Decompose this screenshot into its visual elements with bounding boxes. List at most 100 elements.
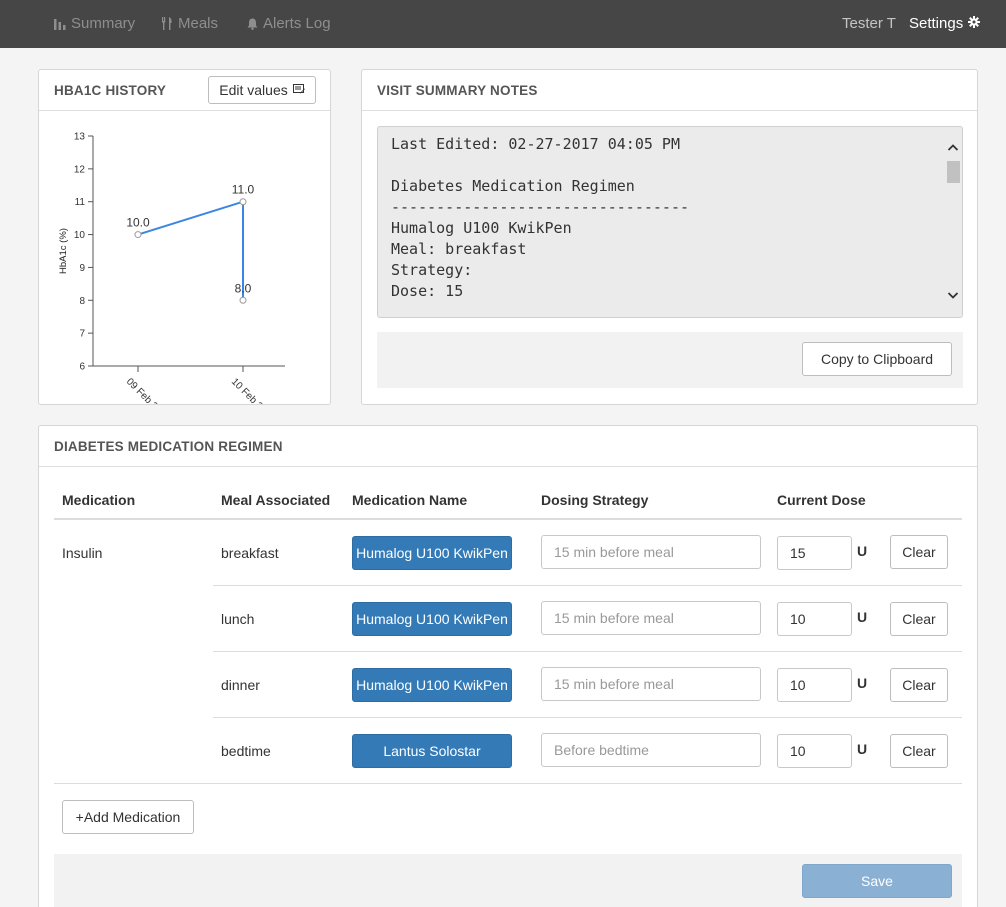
row-divider bbox=[213, 585, 962, 586]
visit-notes-textarea[interactable]: Last Edited: 02-27-2017 04:05 PM Diabete… bbox=[377, 126, 963, 318]
data-point bbox=[134, 231, 142, 239]
scroll-down-icon[interactable] bbox=[947, 289, 959, 301]
header-divider bbox=[54, 518, 962, 520]
data-label: 8.0 bbox=[235, 281, 252, 295]
medication-name-button[interactable]: Humalog U100 KwikPen bbox=[352, 536, 512, 570]
medication-name-label: Humalog U100 KwikPen bbox=[356, 677, 508, 693]
y-tick-label: 6 bbox=[79, 362, 85, 373]
clear-button[interactable]: Clear bbox=[890, 535, 948, 569]
notes-line: --------------------------------- bbox=[391, 198, 690, 216]
edit-values-label: Edit values bbox=[219, 82, 288, 98]
clear-button[interactable]: Clear bbox=[890, 668, 948, 702]
nav-summary-label: Summary bbox=[71, 15, 136, 32]
col-dosing-strategy: Dosing Strategy bbox=[541, 492, 649, 508]
medication-name-button[interactable]: Humalog U100 KwikPen bbox=[352, 602, 512, 636]
meal-cell: lunch bbox=[221, 611, 255, 627]
notes-line: Dose: 15 bbox=[391, 282, 464, 300]
nav-summary[interactable]: Summary bbox=[54, 15, 135, 32]
y-tick-label: 10 bbox=[74, 230, 86, 241]
regimen-panel: DIABETES MEDICATION REGIMEN Medication M… bbox=[38, 425, 978, 907]
dosing-strategy-placeholder: Before bedtime bbox=[554, 742, 649, 758]
y-tick-label: 13 bbox=[74, 132, 86, 143]
table-bottom-divider bbox=[54, 783, 962, 784]
bell-icon bbox=[247, 18, 258, 30]
regimen-header: DIABETES MEDICATION REGIMEN bbox=[39, 426, 977, 467]
dose-value: 10 bbox=[790, 743, 806, 759]
col-medication: Medication bbox=[62, 492, 136, 508]
top-nav: Summary Meals Alerts Log Tester T Settin… bbox=[0, 0, 1006, 48]
hba1c-panel: HBA1C HISTORY Edit values 6 7 8 9 10 11 12 13 09… bbox=[38, 69, 331, 405]
scroll-up-icon[interactable] bbox=[947, 142, 959, 154]
col-medication-name: Medication Name bbox=[352, 492, 468, 508]
notes-line: Strategy: bbox=[391, 261, 473, 279]
clear-label: Clear bbox=[902, 611, 936, 627]
settings-menu[interactable]: Settings bbox=[909, 15, 981, 32]
copy-area: Copy to Clipboard bbox=[377, 332, 963, 388]
dosing-strategy-input[interactable]: 15 min before meal bbox=[541, 667, 761, 701]
user-name-label: Tester T bbox=[842, 15, 896, 32]
regimen-title: DIABETES MEDICATION REGIMEN bbox=[54, 439, 283, 454]
clear-button[interactable]: Clear bbox=[890, 734, 948, 768]
visit-summary-header: VISIT SUMMARY NOTES bbox=[362, 70, 977, 111]
dosing-strategy-placeholder: 15 min before meal bbox=[554, 610, 674, 626]
y-tick-label: 8 bbox=[79, 296, 85, 307]
nav-meals-label: Meals bbox=[178, 15, 219, 32]
meal-cell: bedtime bbox=[221, 743, 271, 759]
user-name[interactable]: Tester T bbox=[842, 15, 896, 32]
meal-cell: dinner bbox=[221, 677, 260, 693]
meal-cell: breakfast bbox=[221, 545, 279, 561]
medication-name-label: Humalog U100 KwikPen bbox=[356, 545, 508, 561]
x-tick-label: 10 Feb 2017 bbox=[229, 376, 277, 404]
utensils-icon bbox=[161, 17, 173, 30]
save-button[interactable]: Save bbox=[802, 864, 952, 898]
notes-line: Last Edited: 02-27-2017 04:05 PM bbox=[391, 135, 680, 153]
hba1c-chart: 67891011121309 Feb 201710 Feb 2017DateHb… bbox=[58, 132, 285, 404]
y-axis-label: HbA1c (%) bbox=[58, 228, 69, 274]
dosing-strategy-placeholder: 15 min before meal bbox=[554, 676, 674, 692]
add-medication-button[interactable]: +Add Medication bbox=[62, 800, 194, 834]
dose-input[interactable]: 10 bbox=[777, 668, 852, 702]
nav-alerts-log[interactable]: Alerts Log bbox=[247, 15, 331, 32]
y-tick-label: 11 bbox=[75, 197, 86, 208]
hba1c-panel-header: HBA1C HISTORY Edit values bbox=[39, 70, 330, 111]
clear-label: Clear bbox=[902, 544, 936, 560]
scroll-thumb[interactable] bbox=[947, 161, 960, 183]
dosing-strategy-input[interactable]: Before bedtime bbox=[541, 733, 761, 767]
notes-line bbox=[391, 155, 689, 176]
row-divider bbox=[213, 717, 962, 718]
clear-button[interactable]: Clear bbox=[890, 602, 948, 636]
nav-meals[interactable]: Meals bbox=[161, 15, 218, 32]
add-medication-label: +Add Medication bbox=[75, 809, 181, 825]
dosing-strategy-placeholder: 15 min before meal bbox=[554, 544, 674, 560]
copy-to-clipboard-button[interactable]: Copy to Clipboard bbox=[802, 342, 952, 376]
notes-line: Diabetes Medication Regimen bbox=[391, 177, 635, 195]
notes-line: Meal: breakfast bbox=[391, 240, 527, 258]
edit-list-icon bbox=[292, 82, 305, 98]
data-label: 10.0 bbox=[126, 216, 150, 230]
dose-unit: U bbox=[857, 609, 868, 625]
medication-type: Insulin bbox=[62, 545, 103, 561]
medication-name-button[interactable]: Humalog U100 KwikPen bbox=[352, 668, 512, 702]
dose-value: 10 bbox=[790, 677, 806, 693]
data-label: 11.0 bbox=[232, 183, 255, 197]
dose-input[interactable]: 10 bbox=[777, 734, 852, 768]
save-label: Save bbox=[861, 873, 893, 889]
copy-label: Copy to Clipboard bbox=[820, 351, 934, 367]
edit-values-button[interactable]: Edit values bbox=[208, 76, 316, 104]
y-tick-label: 12 bbox=[74, 164, 86, 175]
nav-alerts-log-label: Alerts Log bbox=[263, 15, 331, 32]
medication-name-button[interactable]: Lantus Solostar bbox=[352, 734, 512, 768]
data-point bbox=[239, 198, 247, 206]
y-tick-label: 7 bbox=[79, 329, 85, 340]
dose-input[interactable]: 15 bbox=[777, 536, 852, 570]
regimen-footer: Save bbox=[54, 854, 962, 907]
dosing-strategy-input[interactable]: 15 min before meal bbox=[541, 535, 761, 569]
hba1c-title: HBA1C HISTORY bbox=[54, 83, 167, 98]
settings-label: Settings bbox=[909, 15, 964, 32]
dose-value: 15 bbox=[790, 545, 806, 561]
medication-name-label: Humalog U100 KwikPen bbox=[356, 611, 508, 627]
dosing-strategy-input[interactable]: 15 min before meal bbox=[541, 601, 761, 635]
medication-name-label: Lantus Solostar bbox=[383, 743, 481, 759]
dose-input[interactable]: 10 bbox=[777, 602, 852, 636]
notes-scrollbar[interactable] bbox=[944, 127, 962, 317]
